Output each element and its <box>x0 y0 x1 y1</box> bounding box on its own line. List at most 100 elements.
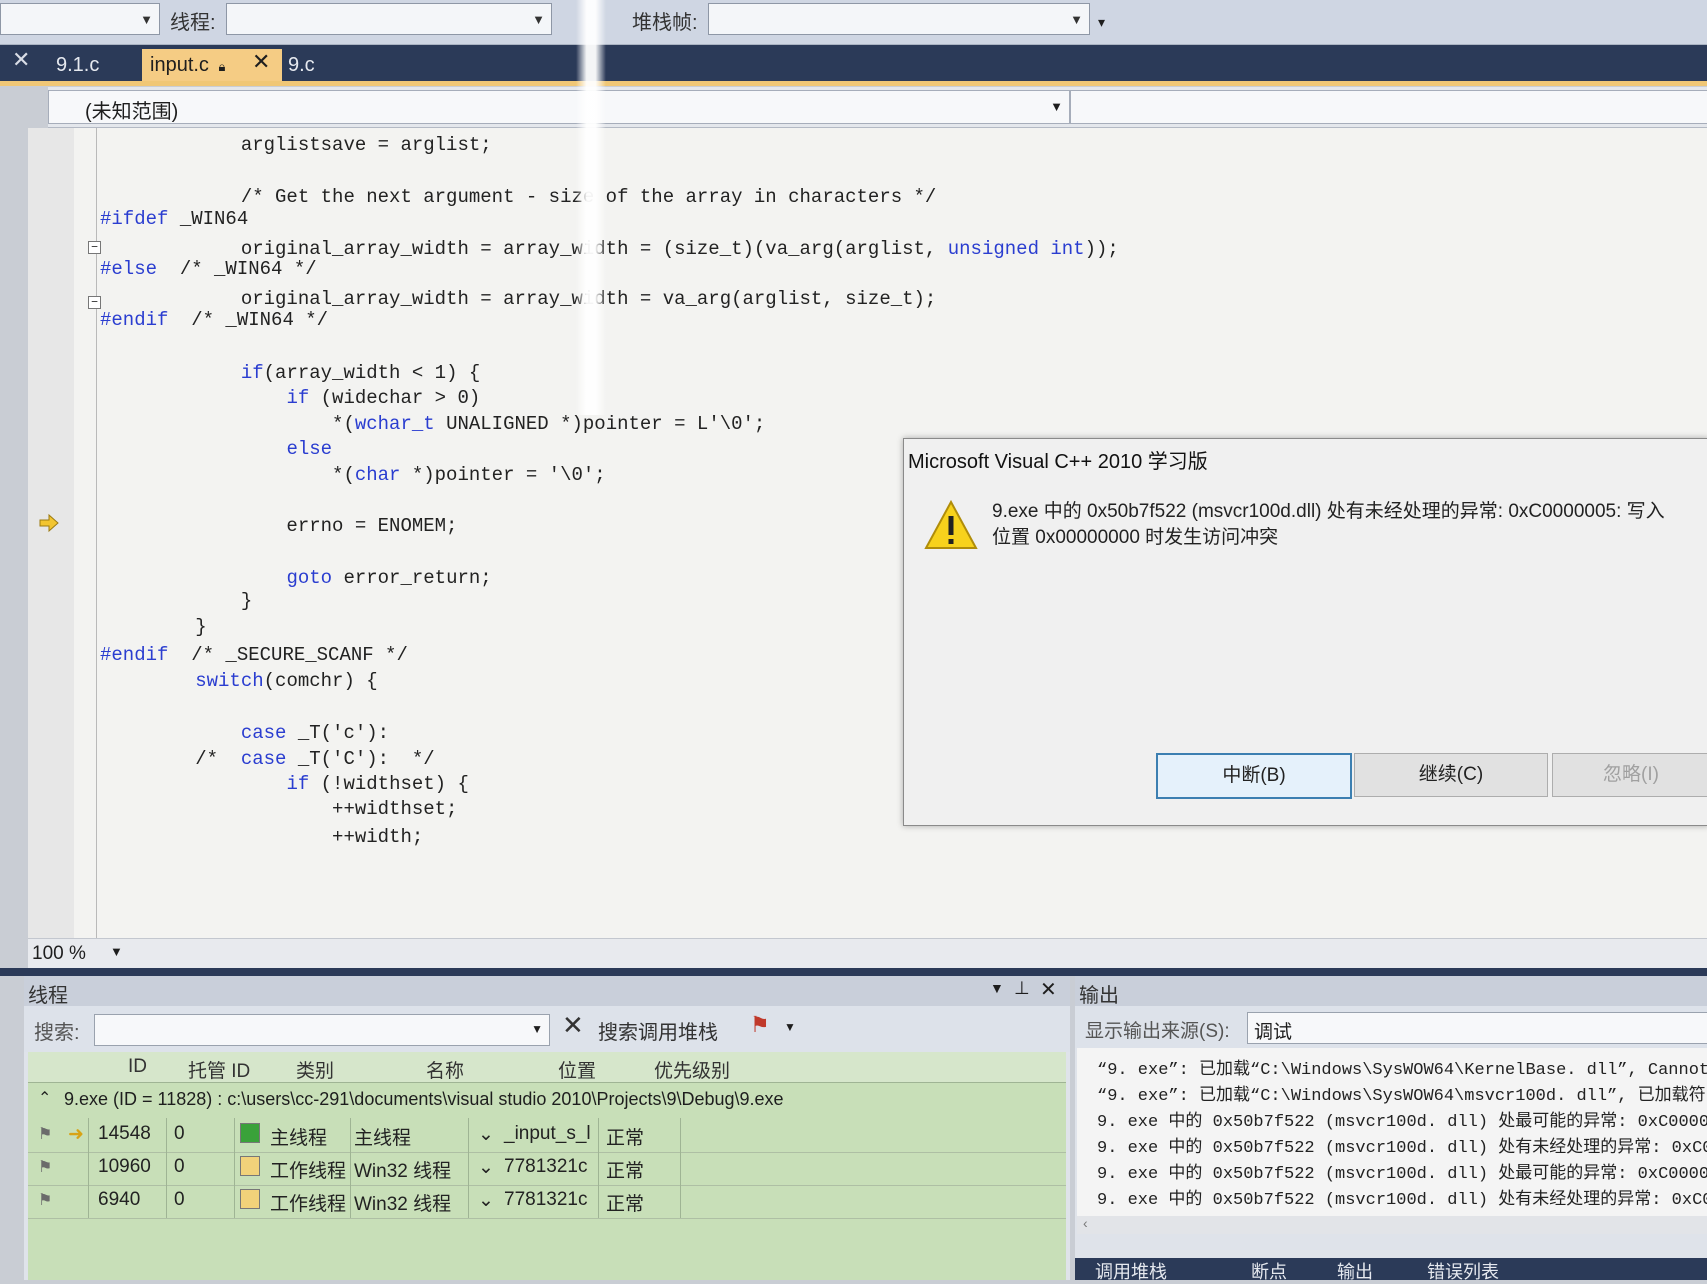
horizontal-scrollbar[interactable]: ‹ <box>1077 1215 1707 1234</box>
tab-label: 9.1.c <box>56 54 100 76</box>
cell-name: 主线程 <box>354 1128 412 1149</box>
chevron-left-icon[interactable]: ‹ <box>1083 1215 1088 1231</box>
chevron-down-icon[interactable]: ▼ <box>784 1020 796 1034</box>
search-input[interactable]: ▼ <box>94 1014 550 1046</box>
threads-grid: ID 托管 ID 类别 名称 位置 优先级别 ⌃ 9.exe (ID = 118… <box>28 1052 1066 1280</box>
warning-icon <box>924 499 978 549</box>
collapse-chevron-icon[interactable]: ⌃ <box>38 1088 51 1108</box>
column-header[interactable]: 位置 <box>558 1056 596 1086</box>
search-label: 搜索: <box>34 1022 80 1044</box>
continue-button[interactable]: 继续(C) <box>1354 753 1548 797</box>
code-line: original_array_width = array_width = (si… <box>104 238 1119 260</box>
column-separator <box>680 1184 681 1218</box>
chevron-down-icon[interactable]: ▼ <box>110 944 123 959</box>
column-separator <box>598 1151 599 1185</box>
close-icon[interactable]: ✕ <box>1040 977 1057 1002</box>
expand-chevron-icon[interactable]: ⌄ <box>478 1157 494 1178</box>
column-header[interactable]: 类别 <box>296 1056 334 1086</box>
stack-frame-dropdown[interactable]: ▼ <box>708 3 1090 35</box>
column-separator <box>234 1151 235 1185</box>
stack-frame-label: 堆栈帧: <box>632 12 698 34</box>
code-line: if (widechar > 0) <box>286 387 481 409</box>
output-source-dropdown[interactable]: 调试 <box>1247 1012 1707 1044</box>
cell-id: 10960 <box>98 1156 151 1177</box>
tab-label: input.c <box>150 54 209 76</box>
table-row[interactable]: ⚑ 10960 0 工作线程 Win32 线程 ⌄ 7781321c 正常 <box>28 1151 1066 1186</box>
code-line: } <box>104 590 253 612</box>
member-dropdown[interactable] <box>1070 90 1707 124</box>
flag-icon[interactable]: ⚑ <box>38 1126 52 1143</box>
output-source-value: 调试 <box>1254 1022 1293 1043</box>
tab-breakpoints[interactable]: 断点 <box>1251 1258 1287 1284</box>
code-line: switch(comchr) { <box>195 670 378 692</box>
close-icon[interactable]: ✕ <box>12 47 30 73</box>
output-source-row: 显示输出来源(S): 调试 <box>1075 1006 1707 1048</box>
tab-output[interactable]: 输出 <box>1337 1258 1373 1284</box>
close-icon[interactable]: ✕ <box>252 49 270 75</box>
expand-chevron-icon[interactable]: ⌄ <box>478 1124 494 1145</box>
tab-error-list[interactable]: 错误列表 <box>1427 1258 1499 1284</box>
column-separator <box>350 1184 351 1218</box>
cell-icon: ⌄ <box>478 1189 494 1212</box>
table-row[interactable]: ⚑ ➜ 14548 0 主线程 主线程 ⌄ _input_s_l 正常 <box>28 1118 1066 1153</box>
search-call-stack-button[interactable]: 搜索调用堆栈 <box>598 1016 718 1045</box>
code-line: *(wchar_t UNALIGNED *)pointer = L'\0'; <box>104 413 766 435</box>
pin-icon[interactable]: ⊥ <box>1014 978 1030 999</box>
output-line: 9. exe 中的 0x50b7f522 (msvcr100d. dll) 处有… <box>1097 1191 1707 1210</box>
panel-splitter[interactable] <box>0 968 1707 976</box>
collapse-icon[interactable]: − <box>88 241 101 254</box>
chevron-down-icon: ▼ <box>1070 12 1083 27</box>
flag-icon[interactable]: ⚑ <box>38 1192 52 1209</box>
panel-title: 输出 <box>1079 985 1119 1007</box>
cell-icon: ⌄ <box>478 1156 494 1179</box>
zoom-level[interactable]: 100 % <box>32 943 86 965</box>
collapse-icon[interactable]: − <box>88 296 101 309</box>
flag-icon[interactable]: ⚑ <box>750 1012 770 1038</box>
cell-icon: ⌄ <box>478 1123 494 1146</box>
thread-category-swatch <box>240 1123 260 1143</box>
ignore-button[interactable]: 忽略(I) <box>1552 753 1707 797</box>
code-line: } <box>104 616 207 638</box>
code-line: else <box>286 438 333 460</box>
process-group-row[interactable]: ⌃ 9.exe (ID = 11828) : c:\users\cc-291\d… <box>28 1084 1066 1116</box>
column-separator <box>166 1184 167 1218</box>
scope-value: (未知范围) <box>85 101 179 123</box>
break-button[interactable]: 中断(B) <box>1156 753 1352 799</box>
cell-priority: 正常 <box>606 1128 645 1149</box>
dialog-message-line: 9.exe 中的 0x50b7f522 (msvcr100d.dll) 处有未经… <box>992 501 1665 522</box>
code-line: goto error_return; <box>286 567 492 589</box>
process-dropdown[interactable]: ▼ <box>0 3 160 35</box>
tab-call-stack[interactable]: 调用堆栈 <box>1095 1258 1167 1284</box>
cell-icon <box>240 1123 260 1146</box>
cell-location: _input_s_l <box>504 1123 591 1144</box>
tab-9-c[interactable]: 9.c <box>280 49 323 81</box>
output-line: “9. exe”: 已加载“C:\Windows\SysWOW64\msvcr1… <box>1097 1087 1706 1106</box>
chevron-down-icon: ▼ <box>531 1022 543 1036</box>
chevron-down-icon[interactable]: ▼ <box>990 980 1004 996</box>
thread-dropdown[interactable]: ▼ <box>226 3 552 35</box>
scope-dropdown[interactable]: (未知范围) ▼ <box>48 90 1070 124</box>
clear-search-icon[interactable]: ✕ <box>562 1010 584 1041</box>
column-header[interactable]: 托管 ID <box>188 1056 250 1086</box>
table-row[interactable]: ⚑ 6940 0 工作线程 Win32 线程 ⌄ 7781321c 正常 <box>28 1184 1066 1219</box>
output-text-area[interactable]: “9. exe”: 已加载“C:\Windows\SysWOW64\Kernel… <box>1077 1048 1707 1216</box>
column-separator <box>680 1118 681 1152</box>
toolbar-overflow-icon[interactable]: ▾ <box>1098 14 1105 31</box>
tab-accent-line <box>0 81 1707 86</box>
column-header[interactable]: 名称 <box>426 1056 464 1086</box>
cell-icon <box>240 1156 260 1179</box>
cell-priority: 正常 <box>606 1161 645 1182</box>
column-separator <box>468 1118 469 1152</box>
navigation-bar: (未知范围) ▼ <box>48 87 1707 128</box>
tab-9-1-c[interactable]: 9.1.c <box>48 49 107 81</box>
expand-chevron-icon[interactable]: ⌄ <box>478 1190 494 1211</box>
code-line: #ifdef _WIN64 <box>100 208 249 230</box>
cell-category: 工作线程 <box>270 1161 347 1182</box>
column-header[interactable]: 优先级别 <box>654 1056 730 1086</box>
cell-priority: 正常 <box>606 1194 645 1215</box>
instruction-pointer-icon <box>39 513 59 533</box>
column-header[interactable]: ID <box>128 1056 147 1086</box>
flag-icon[interactable]: ⚑ <box>38 1159 52 1176</box>
column-separator <box>350 1151 351 1185</box>
chevron-down-icon: ▼ <box>1050 99 1063 114</box>
